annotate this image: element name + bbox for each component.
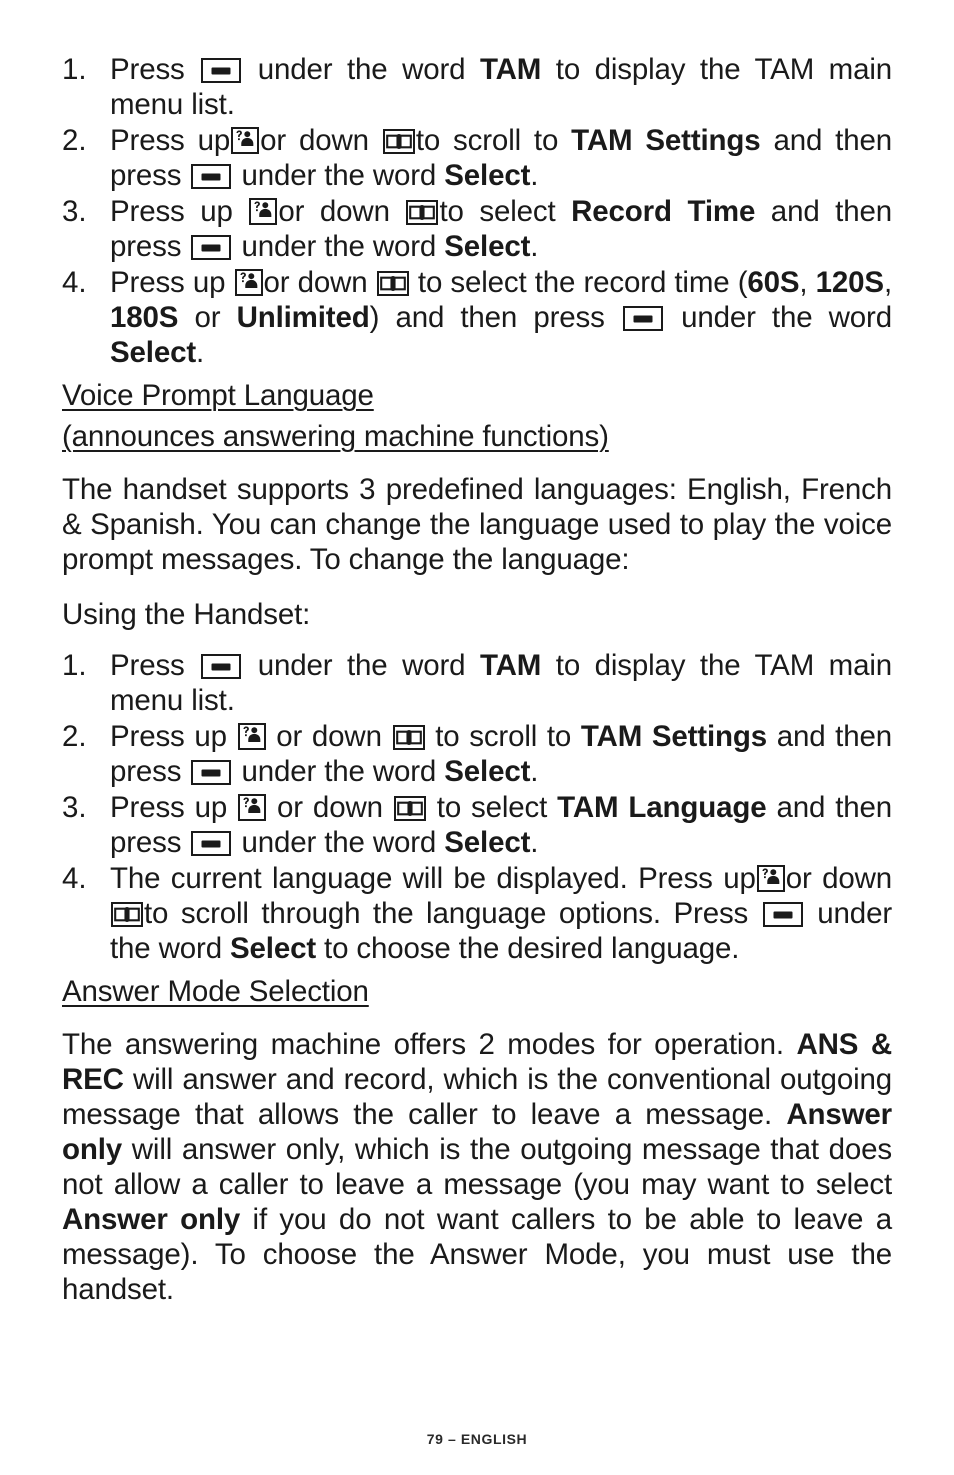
phonebook-open-book-icon xyxy=(376,271,409,296)
caller-id-person-question-icon xyxy=(756,865,785,892)
softkey-dash-icon xyxy=(622,306,663,331)
emphasized-term: 60S xyxy=(747,266,800,299)
voice-prompt-heading-line-2: (announces answering machine functions) xyxy=(62,420,609,453)
emphasized-term: TAM Settings xyxy=(571,124,761,157)
list-item-text: Press under the word TAM to display the … xyxy=(110,649,893,717)
softkey-dash-bar xyxy=(211,663,231,670)
list-item-number: 1. xyxy=(62,53,87,86)
record-time-steps-list: 1. Press under the word TAM to display th… xyxy=(62,52,892,370)
list-item-text: Press under the word TAM to display the … xyxy=(110,53,893,121)
emphasized-term: Answer only xyxy=(62,1203,241,1236)
emphasized-term: TAM xyxy=(479,649,542,682)
list-item: 3. Press up or down to select Record Time… xyxy=(62,194,892,264)
list-item-text: The current language will be displayed. … xyxy=(110,862,892,965)
emphasized-term: Unlimited xyxy=(236,301,370,334)
softkey-dash-bar xyxy=(211,67,231,74)
list-item-number: 4. xyxy=(62,862,87,895)
emphasized-term: 120S xyxy=(815,266,884,299)
softkey-dash-icon xyxy=(191,760,232,785)
list-item-number: 1. xyxy=(62,649,87,682)
voice-prompt-heading-group: Voice Prompt Language (announces answeri… xyxy=(62,378,892,454)
softkey-dash-icon xyxy=(191,235,232,260)
list-item-text: Press up or down to scroll to TAM Settin… xyxy=(110,720,892,788)
phonebook-open-book-icon xyxy=(393,796,426,821)
softkey-dash-bar xyxy=(201,244,221,251)
list-item: 3. Press up or down to select TAM Languag… xyxy=(62,790,892,860)
list-item: 4. The current language will be displayed… xyxy=(62,861,892,966)
list-item: 4. Press up or down to select the record … xyxy=(62,265,892,370)
list-item-text: Press up or down to scroll to TAM Setting… xyxy=(110,124,892,192)
phonebook-open-book-icon xyxy=(406,200,439,225)
softkey-dash-icon xyxy=(191,164,232,189)
page-footer: 79 – ENGLISH xyxy=(426,1431,528,1447)
softkey-dash-bar xyxy=(201,173,221,180)
emphasized-term: Record Time xyxy=(571,195,756,228)
softkey-dash-bar xyxy=(773,911,793,918)
voice-prompt-intro-paragraph: The handset supports 3 predefined langua… xyxy=(62,473,892,576)
list-item-number: 2. xyxy=(62,720,87,753)
list-item-text: Press up or down to select the record ti… xyxy=(110,266,892,369)
list-item: 2. Press up or down to scroll to TAM Sett… xyxy=(62,719,892,789)
emphasized-term: Select xyxy=(444,826,531,859)
softkey-dash-icon xyxy=(191,831,232,856)
emphasized-term: Answer only xyxy=(62,1098,892,1166)
answer-mode-heading: Answer Mode Selection xyxy=(62,975,369,1008)
emphasized-term: Select xyxy=(230,932,317,965)
using-the-handset-subheading: Using the Handset: xyxy=(62,598,311,631)
answer-mode-paragraph: The answering machine offers 2 modes for… xyxy=(62,1028,892,1306)
phonebook-open-book-icon xyxy=(382,129,415,154)
emphasized-term: TAM Settings xyxy=(580,720,768,753)
softkey-dash-icon xyxy=(201,58,242,83)
softkey-dash-icon xyxy=(762,902,803,927)
list-item-text: Press up or down to select TAM Language … xyxy=(110,791,893,859)
manual-page: 1. Press under the word TAM to display th… xyxy=(0,0,954,1475)
emphasized-term: Select xyxy=(110,336,197,369)
caller-id-person-question-icon xyxy=(249,198,278,225)
softkey-dash-bar xyxy=(201,840,221,847)
emphasized-term: TAM Language xyxy=(557,791,767,824)
phonebook-open-book-icon xyxy=(392,725,425,750)
list-item-number: 3. xyxy=(62,195,87,228)
caller-id-person-question-icon xyxy=(238,794,267,821)
softkey-dash-icon xyxy=(201,654,242,679)
voice-prompt-heading-line-1: Voice Prompt Language xyxy=(62,379,374,412)
emphasized-term: TAM xyxy=(479,53,542,86)
voice-prompt-steps-list: 1. Press under the word TAM to display th… xyxy=(62,648,892,966)
softkey-dash-bar xyxy=(201,769,221,776)
softkey-dash-bar xyxy=(633,315,653,322)
caller-id-person-question-icon xyxy=(237,723,266,750)
emphasized-term: Select xyxy=(444,755,531,788)
list-item: 2. Press up or down to scroll to TAM Setti… xyxy=(62,123,892,193)
caller-id-person-question-icon xyxy=(234,269,263,296)
caller-id-person-question-icon xyxy=(231,127,260,154)
list-item-text: Press up or down to select Record Time a… xyxy=(110,195,892,263)
answer-mode-heading-group: Answer Mode Selection xyxy=(62,974,892,1009)
emphasized-term: 180S xyxy=(110,301,179,334)
list-item-number: 4. xyxy=(62,266,87,299)
list-item-number: 3. xyxy=(62,791,87,824)
list-item: 1. Press under the word TAM to display th… xyxy=(62,52,892,122)
phonebook-open-book-icon xyxy=(111,902,143,927)
emphasized-term: ANS & REC xyxy=(62,1028,892,1096)
emphasized-term: Select xyxy=(444,230,531,263)
emphasized-term: Select xyxy=(444,159,531,192)
list-item-number: 2. xyxy=(62,124,87,157)
list-item: 1. Press under the word TAM to display th… xyxy=(62,648,892,718)
